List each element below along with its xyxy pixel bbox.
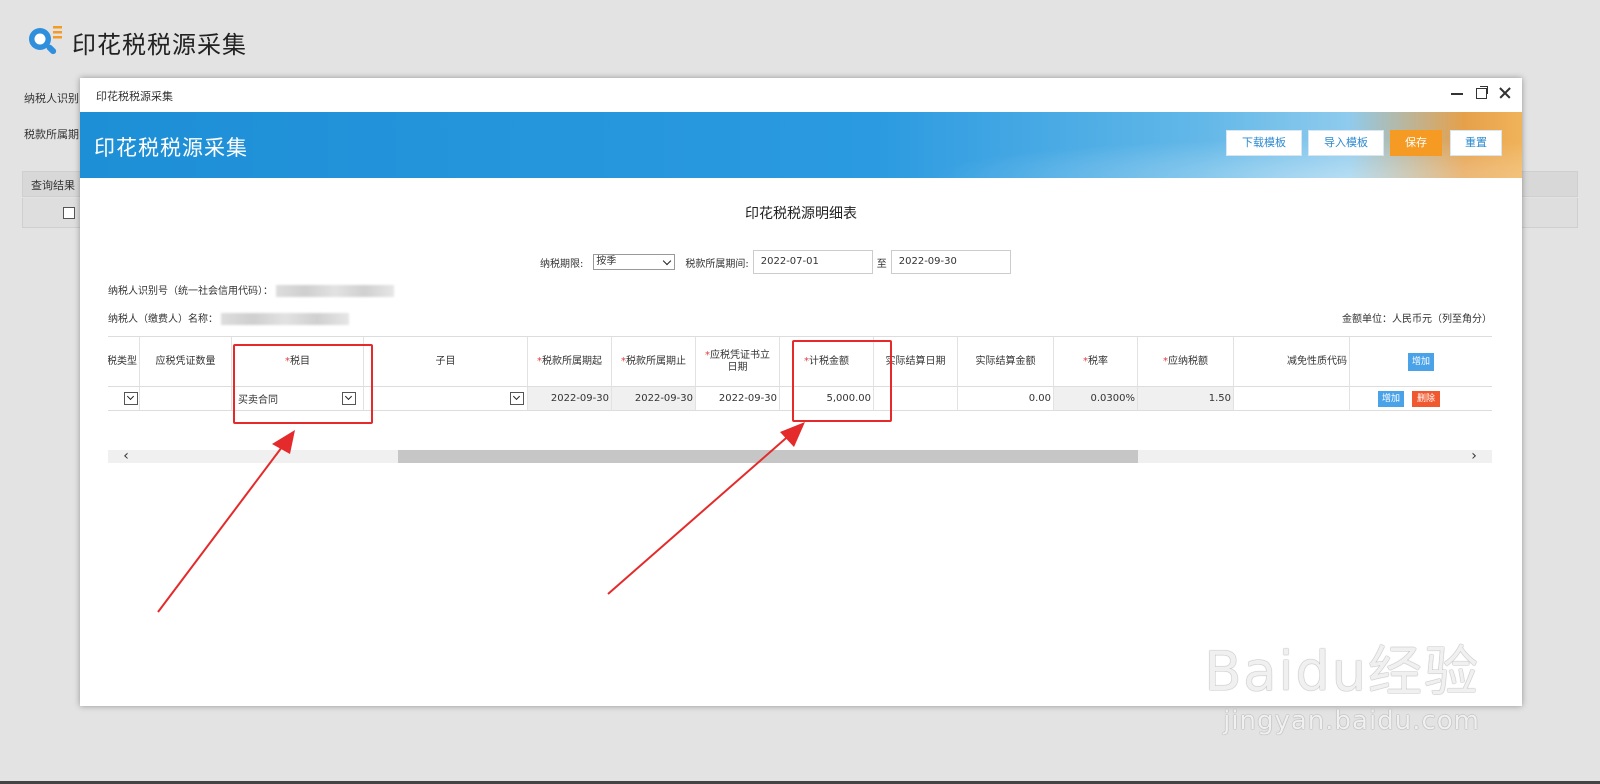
cell-period-start: 2022-09-30 <box>528 387 612 411</box>
baidu-watermark: Baidu经验 jingyan.baidu.com <box>1204 627 1480 736</box>
cell-period-end: 2022-09-30 <box>612 387 696 411</box>
add-row-header-button[interactable]: 增加 <box>1408 352 1434 371</box>
header-type: 税类型 <box>108 337 140 387</box>
tax-term-select[interactable]: 按季 <box>593 254 676 270</box>
header-actions: 增加 <box>1350 337 1492 387</box>
header-voucher-qty: 应税凭证数量 <box>140 337 232 387</box>
period-row: 纳税期限: 按季 税款所属期间: 2022-07-01 至 2022-09-30 <box>540 250 1011 274</box>
sheet-title: 印花税税源明细表 <box>745 206 857 222</box>
dialog-window-title: 印花税税源采集 <box>96 90 173 103</box>
search-logo-icon <box>24 22 64 62</box>
page-title: 印花税税源采集 <box>72 30 247 59</box>
minimize-icon[interactable] <box>1450 86 1464 100</box>
tax-range-label: 税款所属期间: <box>685 258 749 270</box>
header-period-end-text: 税款所属期止 <box>626 355 686 367</box>
highlight-amount-column <box>792 340 892 422</box>
chevron-down-icon <box>662 257 672 267</box>
add-row-button[interactable]: 增加 <box>1378 391 1404 407</box>
header-subitem: 子目 <box>364 337 528 387</box>
redacted-taxpayer-name <box>221 313 350 325</box>
cell-type <box>108 387 140 411</box>
cell-rate: 0.0300% <box>1054 387 1138 411</box>
save-button[interactable]: 保存 <box>1390 130 1442 156</box>
taxpayer-name-line: 纳税人（缴费人）名称： <box>108 310 350 325</box>
amount-unit-label: 金额单位：人民币元（列至角分） <box>1342 314 1492 325</box>
scrollbar-thumb[interactable] <box>398 450 1138 463</box>
query-result-label: 查询结果 <box>31 179 75 192</box>
tax-term-value: 按季 <box>596 256 617 267</box>
cell-tax-due: 1.50 <box>1138 387 1234 411</box>
header-settle-amount: 实际结算金额 <box>958 337 1054 387</box>
taxpayer-name-label: 纳税人（缴费人）名称： <box>108 314 218 325</box>
watermark-brand: Baidu经验 <box>1204 640 1480 703</box>
highlight-item-column <box>233 344 373 424</box>
period-from-input[interactable]: 2022-07-01 <box>752 250 873 274</box>
maximize-icon[interactable] <box>1474 86 1488 100</box>
header-period-start-text: 税款所属期起 <box>542 355 602 367</box>
header-rate-text: 税率 <box>1088 355 1108 367</box>
taxpayer-id-line: 纳税人识别号（统一社会信用代码）： <box>108 282 395 297</box>
row-checkbox[interactable] <box>63 207 75 219</box>
taxpayer-id-label: 纳税人识别 <box>24 92 79 105</box>
cell-voucher-qty[interactable] <box>140 387 232 411</box>
header-period-end: * 税款所属期止 <box>612 337 696 387</box>
cell-subitem[interactable] <box>364 387 528 411</box>
header-voucher-date-text: 应税凭证书立日期 <box>710 349 770 373</box>
taxpayer-id-label: 纳税人识别号（统一社会信用代码）： <box>108 286 273 297</box>
dialog-titlebar: 印花税税源采集 <box>80 78 1522 113</box>
cell-voucher-date[interactable]: 2022-09-30 <box>696 387 780 411</box>
tax-term-label: 纳税期限: <box>540 258 584 270</box>
page-header: 印花税税源采集 <box>24 22 247 62</box>
delete-row-button[interactable]: 删除 <box>1412 391 1440 407</box>
window-controls <box>1450 86 1512 100</box>
import-template-button[interactable]: 导入模板 <box>1308 130 1384 156</box>
header-tax-due-text: 应纳税额 <box>1168 355 1208 367</box>
period-to-input[interactable]: 2022-09-30 <box>890 250 1011 274</box>
header-tax-due: * 应纳税额 <box>1138 337 1234 387</box>
header-rate: * 税率 <box>1054 337 1138 387</box>
type-select-chevron-icon[interactable] <box>124 392 138 405</box>
cell-actions: 增加 删除 <box>1350 387 1492 411</box>
banner-title: 印花税税源采集 <box>94 136 248 160</box>
download-template-button[interactable]: 下载模板 <box>1226 130 1302 156</box>
scroll-right-icon[interactable]: › <box>1464 449 1484 463</box>
period-to-separator: 至 <box>876 258 887 270</box>
header-voucher-date: *应税凭证书立日期 <box>696 337 780 387</box>
watermark-url: jingyan.baidu.com <box>1223 706 1480 736</box>
header-relief-code: 减免性质代码 <box>1234 337 1350 387</box>
cell-relief-code[interactable] <box>1234 387 1350 411</box>
redacted-taxpayer-id <box>276 285 395 297</box>
tax-period-label: 税款所属期 <box>24 128 79 141</box>
reset-button[interactable]: 重置 <box>1450 130 1502 156</box>
header-period-start: * 税款所属期起 <box>528 337 612 387</box>
horizontal-scrollbar[interactable]: ‹ › <box>108 449 1492 463</box>
cell-settle-amount[interactable]: 0.00 <box>958 387 1054 411</box>
subitem-select-chevron-icon[interactable] <box>510 392 524 405</box>
scroll-left-icon[interactable]: ‹ <box>116 449 136 463</box>
close-icon[interactable] <box>1498 86 1512 100</box>
dialog-banner: 印花税税源采集 下载模板 导入模板 保存 重置 <box>80 112 1522 178</box>
